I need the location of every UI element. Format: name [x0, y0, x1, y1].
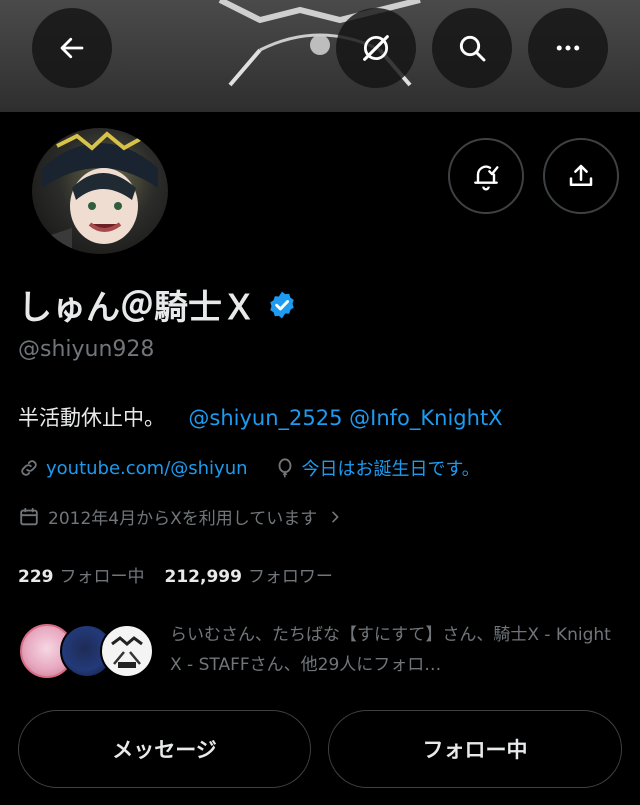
followers-stat[interactable]: 212,999 フォロワー	[165, 562, 333, 587]
grok-icon	[363, 35, 389, 61]
followed-by-section[interactable]: らいむさん、たちばな【すにすて】さん、騎士X - Knight X - STAF…	[20, 620, 620, 684]
bio-mention[interactable]: @Info_KnightX	[349, 406, 502, 430]
share-icon	[569, 164, 593, 186]
link-icon	[21, 460, 37, 476]
followed-by-text: らいむさん、たちばな【すにすて】さん、騎士X - Knight X - STAF…	[170, 625, 611, 675]
following-stat[interactable]: 229 フォロー中	[18, 562, 145, 587]
search-button[interactable]	[432, 8, 512, 88]
following-count: 229	[18, 567, 54, 587]
calendar-icon	[20, 507, 38, 525]
bio-text: 半活動休止中。	[18, 406, 165, 430]
display-name: しゅん＠騎士Ｘ	[18, 288, 256, 328]
balloon-icon	[278, 458, 291, 478]
profile-meta-row: youtube.com/@shiyun 今日はお誕生日です。	[18, 455, 480, 481]
followers-count: 212,999	[164, 567, 242, 587]
follow-stats: 229 フォロー中 212,999 フォロワー	[18, 562, 333, 587]
bio: 半活動休止中。 @shiyun_2525 @Info_KnightX	[18, 402, 503, 432]
profile-link[interactable]: youtube.com/@shiyun	[46, 458, 248, 479]
joined-row[interactable]: 2012年4月からXを利用しています	[18, 504, 343, 529]
avatar-art	[42, 131, 158, 254]
following-label: フォロー中	[59, 567, 145, 587]
more-button[interactable]	[528, 8, 608, 88]
user-handle: @shiyun928	[18, 337, 155, 362]
search-icon	[459, 35, 486, 62]
followers-label: フォロワー	[247, 567, 333, 587]
grok-button[interactable]	[336, 8, 416, 88]
notification-bell-button[interactable]	[448, 138, 524, 214]
knightx-logo-icon	[111, 636, 143, 668]
avatar[interactable]	[28, 124, 172, 258]
joined-date: 2012年4月からXを利用しています	[48, 509, 318, 529]
bio-mention[interactable]: @shiyun_2525	[188, 406, 342, 430]
message-button[interactable]: メッセージ	[18, 710, 311, 788]
birthday-text[interactable]: 今日はお誕生日です。	[302, 455, 480, 481]
bell-check-icon	[474, 165, 499, 191]
name-row: しゅん＠騎士Ｘ	[18, 280, 298, 329]
share-button[interactable]	[543, 138, 619, 214]
following-button[interactable]: フォロー中	[328, 710, 622, 788]
verified-badge-icon[interactable]	[266, 289, 298, 321]
arrow-left-icon	[60, 37, 84, 59]
back-button[interactable]	[32, 8, 112, 88]
more-horizontal-icon	[556, 45, 580, 51]
chevron-right-icon	[332, 511, 339, 522]
follower-avatar	[100, 624, 154, 678]
